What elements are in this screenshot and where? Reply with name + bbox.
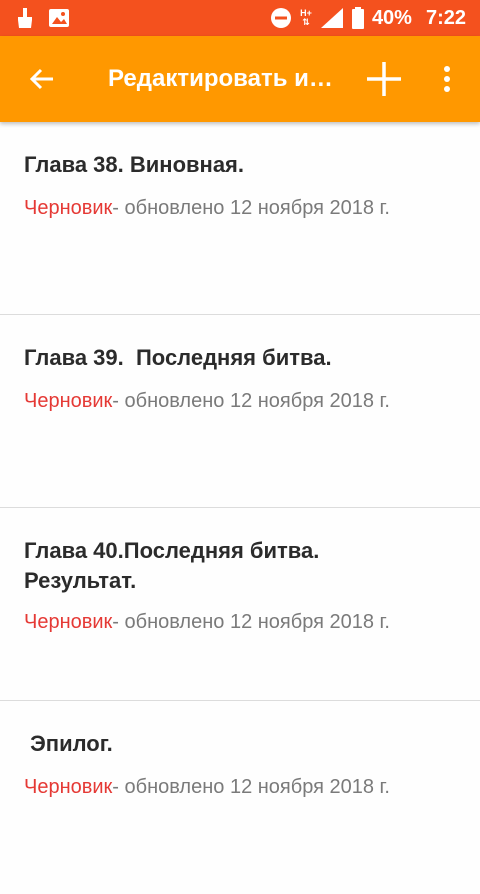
do-not-disturb-icon (270, 7, 292, 29)
battery-percent: 40% (371, 6, 412, 29)
updated-date: - обновлено 12 ноября 2018 г. (112, 197, 390, 219)
draft-status: Черновик (24, 390, 113, 412)
plus-icon (367, 62, 401, 96)
app-toolbar: Редактировать ис... (0, 36, 480, 122)
chapter-title: Глава 40.Последняя битва. Результат. (24, 538, 326, 593)
chapter-title: Глава 38. Виновная. (24, 152, 244, 177)
signal-icon (320, 7, 344, 29)
draft-status: Черновик (24, 776, 113, 798)
cleaner-brush-icon (16, 8, 34, 28)
chapter-meta: Черновик- обновлено 12 ноября 2018 г. (24, 773, 390, 801)
updated-date: - обновлено 12 ноября 2018 г. (112, 776, 390, 798)
updated-date: - обновлено 12 ноября 2018 г. (112, 390, 390, 412)
page-title: Редактировать ис... (108, 65, 340, 92)
arrow-back-icon (29, 68, 53, 90)
chapter-title: Глава 39. Последняя битва. (24, 345, 332, 370)
chapter-title: Эпилог. (24, 731, 113, 756)
chapter-item[interactable]: Глава 38. Виновная. Черновик- обновлено … (0, 122, 480, 315)
chapter-meta: Черновик- обновлено 12 ноября 2018 г. (24, 194, 390, 222)
battery-icon (351, 7, 364, 29)
draft-status: Черновик (24, 611, 113, 633)
chapter-meta: Черновик- обновлено 12 ноября 2018 г. (24, 608, 390, 636)
mobile-data-icon: H+ ⇅ (300, 8, 312, 27)
clock: 7:22 (425, 6, 466, 29)
updated-date: - обновлено 12 ноября 2018 г. (112, 611, 390, 633)
add-chapter-button[interactable] (358, 36, 410, 122)
draft-status: Черновик (24, 197, 113, 219)
chapter-item[interactable]: Эпилог. Черновик- обновлено 12 ноября 20… (0, 701, 480, 894)
chapter-list: Глава 38. Виновная. Черновик- обновлено … (0, 122, 480, 894)
more-vert-icon (444, 66, 450, 92)
chapter-meta: Черновик- обновлено 12 ноября 2018 г. (24, 387, 390, 415)
more-options-button[interactable] (424, 36, 470, 122)
chapter-item[interactable]: Глава 40.Последняя битва. Результат. Чер… (0, 508, 480, 701)
image-icon (48, 8, 70, 28)
back-button[interactable] (0, 36, 84, 122)
chapter-item[interactable]: Глава 39. Последняя битва. Черновик- обн… (0, 315, 480, 508)
status-bar: H+ ⇅ 40% 7:22 (0, 0, 480, 36)
